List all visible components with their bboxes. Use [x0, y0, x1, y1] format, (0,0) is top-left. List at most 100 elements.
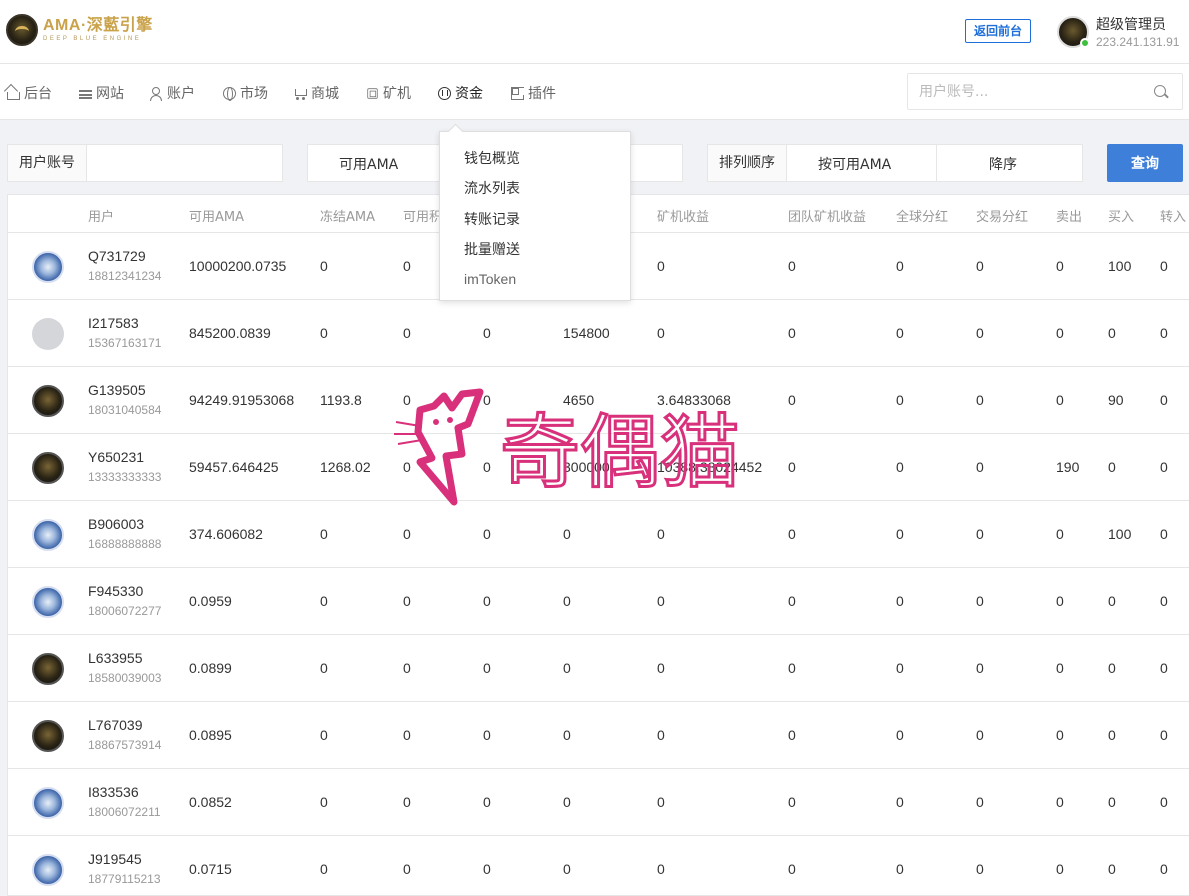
logo-subtitle: DEEP BLUE ENGINE: [43, 36, 142, 42]
back-to-frontend-button[interactable]: 返回前台: [965, 19, 1031, 43]
nav-item-dashboard[interactable]: 后台: [7, 83, 52, 103]
user-phone: 18031040584: [88, 403, 162, 417]
user-account[interactable]: F945330: [88, 583, 143, 599]
user-phone: 18580039003: [88, 671, 162, 685]
user-search-input[interactable]: [908, 74, 1138, 109]
cell-team-miner-income: 0: [788, 861, 796, 877]
user-account[interactable]: L633955: [88, 650, 143, 666]
main-nav: 后台 网站 账户 市场 商城 矿机 资金 插件: [0, 64, 1189, 120]
user-phone: 15367163171: [88, 336, 162, 350]
col-header-frozen-ama[interactable]: 冻结AMA: [320, 206, 375, 225]
cell-bought: 0: [1108, 325, 1116, 341]
cell-available-ama: 94249.91953068: [189, 392, 295, 408]
col-header-bought[interactable]: 买入: [1108, 206, 1134, 225]
cell-trade-dividend: 0: [976, 258, 984, 274]
cell-global-dividend: 0: [896, 593, 904, 609]
user-account[interactable]: I833536: [88, 784, 139, 800]
user-avatar: [32, 787, 64, 819]
nav-item-plugins[interactable]: 插件: [511, 83, 556, 103]
table-row[interactable]: B906003 16888888888 374.606082 0 0 0 0 0 0 0 0 0 100…: [8, 501, 1189, 568]
user-account[interactable]: Q731729: [88, 248, 146, 264]
col-header-transfer-in[interactable]: 转入: [1160, 206, 1186, 225]
col-header-global-dividend[interactable]: 全球分红: [896, 206, 948, 225]
menu-item-batch-gift[interactable]: 批量赠送: [464, 239, 520, 259]
cell-hidden-col-2: 0: [563, 526, 571, 542]
admin-avatar[interactable]: [1057, 16, 1090, 48]
nav-item-funds[interactable]: 资金: [438, 83, 483, 103]
cell-available-points: 0: [403, 794, 411, 810]
table-row[interactable]: L767039 18867573914 0.0895 0 0 0 0 0 0 0 0 0 0 0: [8, 702, 1189, 769]
cell-sold: 0: [1056, 660, 1064, 676]
col-header-sold[interactable]: 卖出: [1056, 206, 1082, 225]
nav-item-website[interactable]: 网站: [79, 83, 124, 103]
user-account[interactable]: B906003: [88, 516, 144, 532]
cell-available-ama: 374.606082: [189, 526, 263, 542]
nav-item-mall[interactable]: 商城: [294, 83, 339, 103]
cell-team-miner-income: 0: [788, 727, 796, 743]
table-row[interactable]: F945330 18006072277 0.0959 0 0 0 0 0 0 0 0 0 0 0: [8, 568, 1189, 635]
cell-available-ama: 59457.646425: [189, 459, 279, 475]
menu-item-wallet-overview[interactable]: 钱包概览: [464, 148, 520, 168]
cell-sold: 0: [1056, 794, 1064, 810]
table-row[interactable]: L633955 18580039003 0.0899 0 0 0 0 0 0 0 0 0 0 0: [8, 635, 1189, 702]
col-header-available-ama[interactable]: 可用AMA: [189, 206, 244, 225]
nav-item-market[interactable]: 市场: [223, 83, 268, 103]
cell-miner-income: 10388.38024452: [657, 459, 763, 475]
cell-hidden-col-2: 0: [563, 794, 571, 810]
cell-miner-income: 0: [657, 526, 665, 542]
brand-logo[interactable]: AMA·深藍引擎 DEEP BLUE ENGINE: [6, 14, 153, 46]
list-icon: [79, 89, 92, 99]
cell-miner-income: 0: [657, 727, 665, 743]
cell-trade-dividend: 0: [976, 861, 984, 877]
table-row[interactable]: J919545 18779115213 0.0715 0 0 0 0 0 0 0 0 0 0 0: [8, 836, 1189, 895]
user-avatar: [32, 519, 64, 551]
col-header-trade-dividend[interactable]: 交易分红: [976, 206, 1028, 225]
user-account[interactable]: I217583: [88, 315, 139, 331]
table-row[interactable]: I217583 15367163171 845200.0839 0 0 0 154800 0 0…: [8, 300, 1189, 367]
cell-bought: 0: [1108, 593, 1116, 609]
sort-field-select[interactable]: 按可用AMA: [818, 145, 891, 181]
user-avatar: [32, 251, 64, 283]
user-account[interactable]: J919545: [88, 851, 142, 867]
nav-item-miners[interactable]: 矿机: [366, 83, 411, 103]
user-account[interactable]: Y650231: [88, 449, 144, 465]
cell-transfer-in: 0: [1160, 861, 1168, 877]
table-row[interactable]: I833536 18006072211 0.0852 0 0 0 0 0 0 0 0 0 0 0: [8, 769, 1189, 836]
table-row[interactable]: Y650231 13333333333 59457.646425 1268.02 0 0 3…: [8, 434, 1189, 501]
top-header: AMA·深藍引擎 DEEP BLUE ENGINE 返回前台 超级管理员 223…: [0, 0, 1189, 64]
col-header-team-miner-income[interactable]: 团队矿机收益: [788, 206, 866, 225]
user-avatar: [32, 720, 64, 752]
query-button[interactable]: 查询: [1107, 144, 1183, 182]
cell-bought: 90: [1108, 392, 1124, 408]
menu-item-transfer-records[interactable]: 转账记录: [464, 209, 520, 229]
cell-available-points: 0: [403, 593, 411, 609]
cell-transfer-in: 0: [1160, 727, 1168, 743]
col-header-available-points[interactable]: 可用积: [403, 206, 442, 225]
menu-item-imtoken[interactable]: imToken: [464, 271, 516, 287]
cell-available-ama: 0.0899: [189, 660, 232, 676]
cell-frozen-ama: 1193.8: [320, 392, 362, 408]
user-account[interactable]: G139505: [88, 382, 146, 398]
cell-team-miner-income: 0: [788, 593, 796, 609]
search-icon[interactable]: [1154, 85, 1166, 97]
col-header-miner-income[interactable]: 矿机收益: [657, 206, 709, 225]
account-filter: 用户账号: [7, 144, 283, 182]
cell-team-miner-income: 0: [788, 392, 796, 408]
cell-available-ama: 0.0852: [189, 794, 232, 810]
cell-available-points: 0: [403, 526, 411, 542]
sort-direction-select[interactable]: 降序: [989, 145, 1017, 181]
table-row[interactable]: G139505 18031040584 94249.91953068 1193.8 0 0…: [8, 367, 1189, 434]
user-account[interactable]: L767039: [88, 717, 143, 733]
nav-label: 账户: [167, 86, 195, 102]
menu-item-transaction-list[interactable]: 流水列表: [464, 178, 520, 198]
cell-frozen-ama: 0: [320, 861, 328, 877]
nav-item-accounts[interactable]: 账户: [150, 83, 195, 103]
sort-filter: 排列顺序 按可用AMA 降序: [707, 144, 1083, 182]
cell-transfer-in: 0: [1160, 392, 1168, 408]
cell-hidden-col-1: 0: [483, 392, 491, 408]
globe-icon: [223, 86, 236, 101]
account-filter-input[interactable]: [92, 145, 280, 181]
cell-miner-income: 0: [657, 593, 665, 609]
admin-name[interactable]: 超级管理员: [1096, 14, 1166, 34]
cell-frozen-ama: 1268.02: [320, 459, 371, 475]
